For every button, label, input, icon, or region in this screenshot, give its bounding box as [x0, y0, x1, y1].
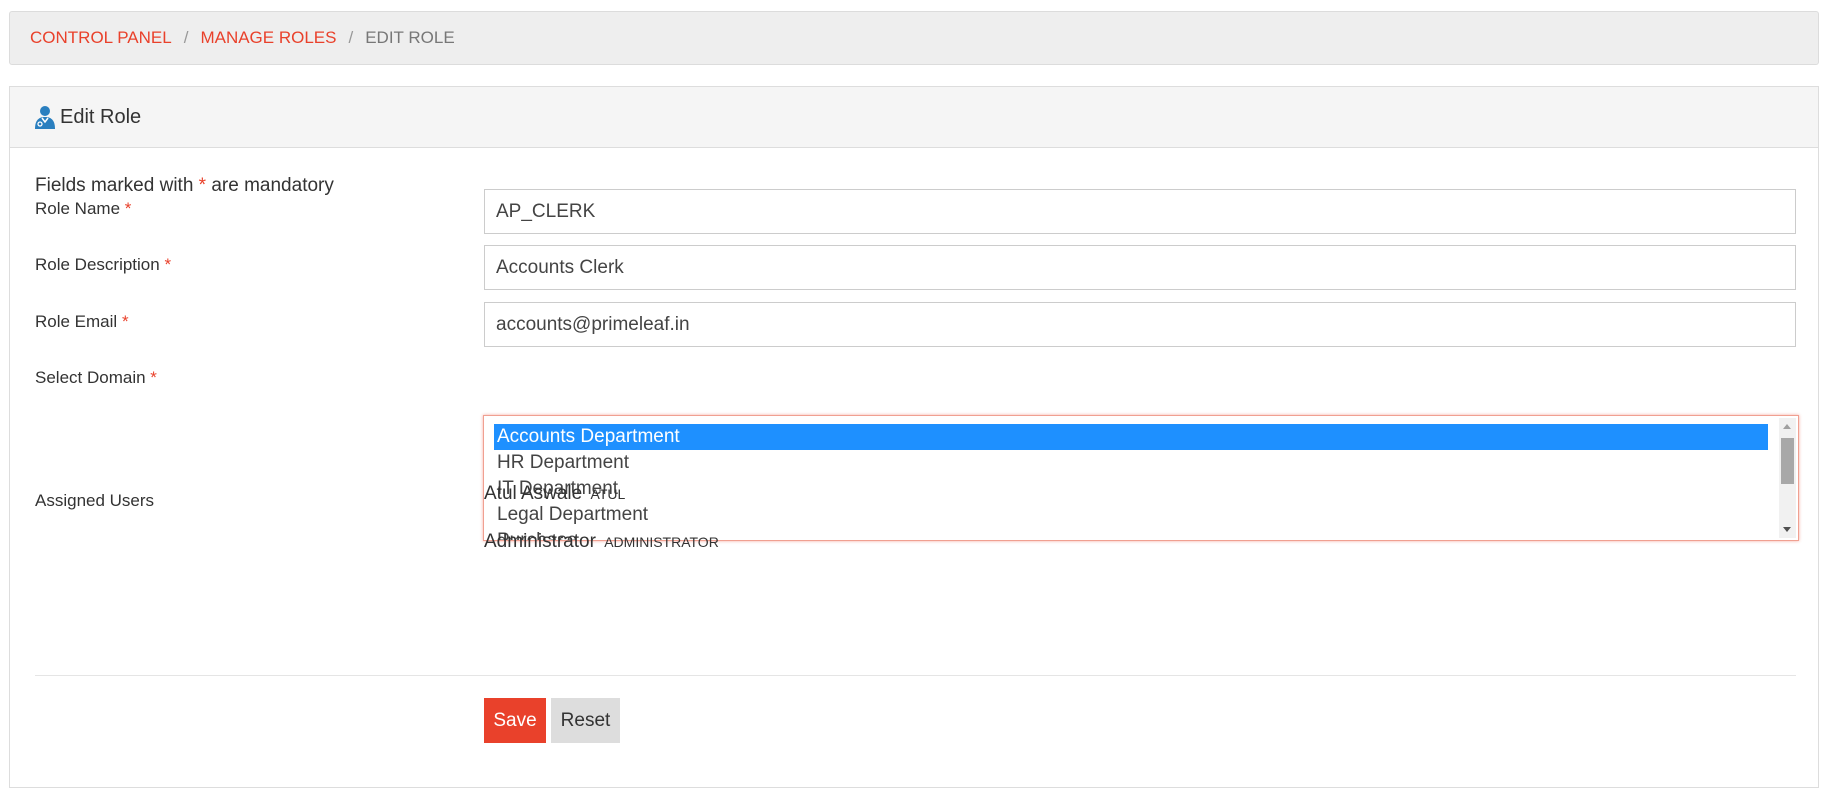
required-mark: *: [198, 175, 207, 196]
breadcrumb-edit-role: EDIT ROLE: [365, 28, 455, 47]
user-login: ADMINISTRATOR: [604, 534, 719, 550]
user-name: Administrator: [484, 531, 596, 552]
role-name-input[interactable]: [484, 189, 1796, 234]
role-email-label-text: Role Email: [35, 312, 118, 331]
select-domain-label-text: Select Domain: [35, 368, 146, 387]
role-name-label: Role Name *: [35, 199, 131, 219]
domain-scrollbar[interactable]: [1779, 418, 1796, 538]
mandatory-prefix: Fields marked with: [35, 175, 194, 196]
assigned-users-label: Assigned Users: [35, 491, 155, 510]
breadcrumb-separator: /: [183, 28, 189, 47]
domain-options: Accounts Department HR Department IT Dep…: [494, 424, 1768, 540]
panel-title: Edit Role: [60, 105, 142, 128]
user-login: ATUL: [590, 486, 626, 502]
required-mark: *: [150, 368, 157, 387]
role-email-label: Role Email *: [35, 312, 129, 332]
domain-option[interactable]: HR Department: [494, 450, 1768, 476]
reset-button[interactable]: Reset: [551, 698, 620, 743]
form-divider: [35, 675, 1796, 676]
scroll-thumb[interactable]: [1781, 438, 1794, 484]
required-mark: *: [121, 312, 129, 331]
mandatory-note: Fields marked with * are mandatory: [35, 175, 334, 197]
domain-option[interactable]: Legal Department: [494, 502, 1768, 528]
scroll-down-icon[interactable]: [1783, 527, 1791, 532]
edit-role-panel: Edit Role Fields marked with * are manda…: [9, 86, 1819, 788]
role-name-label-text: Role Name: [35, 199, 121, 218]
scroll-up-icon[interactable]: [1783, 424, 1791, 429]
role-description-label: Role Description *: [35, 255, 171, 275]
assigned-user: Administrator ADMINISTRATOR: [484, 531, 719, 553]
save-button[interactable]: Save: [484, 698, 546, 743]
breadcrumb-separator: /: [348, 28, 354, 47]
role-description-input[interactable]: [484, 245, 1796, 290]
breadcrumb: CONTROL PANEL / MANAGE ROLES / EDIT ROLE: [9, 11, 1819, 65]
required-mark: *: [124, 199, 132, 218]
select-domain-label: Select Domain *: [35, 368, 157, 388]
role-description-label-text: Role Description: [35, 255, 160, 274]
user-name: Atul Aswale: [484, 483, 583, 504]
role-email-input[interactable]: [484, 302, 1796, 347]
user-role-icon: [35, 106, 55, 129]
required-mark: *: [164, 255, 172, 274]
mandatory-suffix: are mandatory: [211, 175, 334, 196]
domain-option[interactable]: IT Department: [494, 476, 1768, 502]
breadcrumb-control-panel[interactable]: CONTROL PANEL: [30, 28, 172, 48]
breadcrumb-manage-roles[interactable]: MANAGE ROLES: [200, 28, 336, 48]
domain-option[interactable]: Accounts Department: [494, 424, 1768, 450]
domain-listbox[interactable]: Accounts Department HR Department IT Dep…: [483, 415, 1799, 541]
assigned-user: Atul Aswale ATUL: [484, 483, 625, 505]
panel-heading: Edit Role: [10, 87, 1818, 148]
